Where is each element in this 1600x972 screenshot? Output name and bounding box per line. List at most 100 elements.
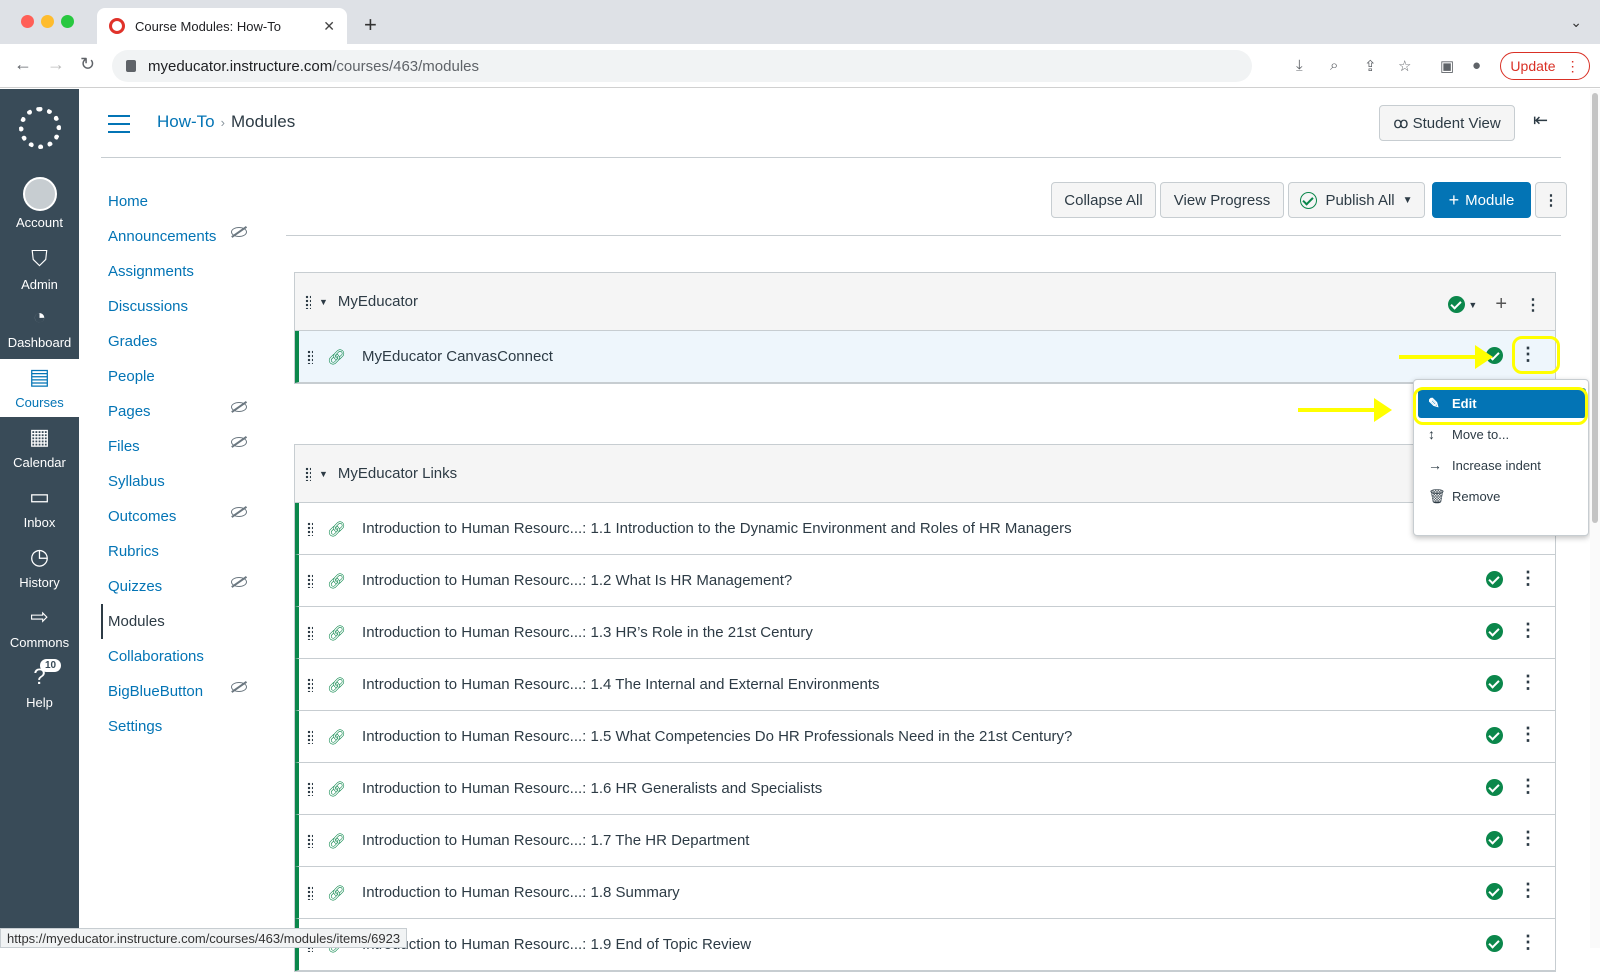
global-nav-admin[interactable]: ⛉ Admin — [0, 245, 79, 292]
profile-icon[interactable]: ● — [1472, 57, 1481, 74]
add-item-icon[interactable]: + — [1495, 293, 1507, 316]
drag-handle-icon[interactable] — [307, 521, 313, 536]
module-item-row[interactable]: 🔗︎Introduction to Human Resourc...: 1.9 … — [295, 919, 1555, 971]
menu-item-remove[interactable]: 🗑︎ Remove — [1418, 481, 1586, 511]
item-kebab-icon[interactable]: ⋮ — [1519, 568, 1537, 589]
global-nav-help[interactable]: ? 10 Help — [0, 659, 79, 710]
module-item-title[interactable]: Introduction to Human Resourc...: 1.2 Wh… — [362, 572, 792, 589]
global-nav-commons[interactable]: ⇨ Commons — [0, 603, 79, 650]
course-nav-item-collaborations[interactable]: Collaborations — [101, 639, 261, 674]
drag-handle-icon[interactable] — [307, 349, 313, 364]
drag-handle-icon[interactable] — [305, 466, 311, 481]
publish-all-button[interactable]: Publish All ▼ — [1288, 182, 1425, 218]
minimize-window-button[interactable] — [41, 15, 54, 28]
course-nav-item-quizzes[interactable]: Quizzes — [101, 569, 261, 604]
global-nav-account[interactable]: Account — [0, 177, 79, 230]
published-check-icon[interactable] — [1486, 935, 1503, 952]
side-panel-icon[interactable]: ▣ — [1440, 57, 1454, 75]
item-kebab-icon[interactable]: ⋮ — [1519, 672, 1537, 693]
install-icon[interactable]: ⤓ — [1296, 57, 1303, 74]
hamburger-menu-icon[interactable] — [108, 115, 130, 139]
course-nav-item-announcements[interactable]: Announcements — [101, 219, 261, 254]
global-nav-history[interactable]: ◷ History — [0, 543, 79, 590]
forward-icon[interactable]: → — [47, 54, 65, 75]
module-item-row[interactable]: 🔗︎ Introduction to Human Resourc...: 1.4 … — [295, 659, 1555, 711]
module-item-row[interactable]: 🔗︎ Introduction to Human Resourc...: 1.8 … — [295, 867, 1555, 919]
published-check-icon[interactable] — [1486, 623, 1503, 640]
tab-search-chevron-icon[interactable]: ⌄ — [1570, 14, 1582, 31]
item-kebab-icon[interactable]: ⋮ — [1519, 620, 1537, 641]
course-nav-item-rubrics[interactable]: Rubrics — [101, 534, 261, 569]
close-window-button[interactable] — [21, 15, 34, 28]
publish-status-button[interactable]: ▼ — [1448, 296, 1477, 313]
published-check-icon[interactable] — [1486, 675, 1503, 692]
drag-handle-icon[interactable] — [307, 729, 313, 744]
module-item-row[interactable]: 🔗︎ Introduction to Human Resourc...: 1.1 … — [295, 503, 1555, 555]
course-nav-item-bigbluebutton[interactable]: BigBlueButton — [101, 674, 261, 709]
bookmark-star-icon[interactable]: ☆ — [1398, 57, 1411, 75]
module-item-row[interactable]: 🔗︎ Introduction to Human Resourc...: 1.7 … — [295, 815, 1555, 867]
global-nav-courses[interactable]: ▤ Courses — [0, 359, 79, 417]
maximize-window-button[interactable] — [61, 15, 74, 28]
course-nav-item-discussions[interactable]: Discussions — [101, 289, 261, 324]
drag-handle-icon[interactable] — [307, 833, 313, 848]
course-nav-item-grades[interactable]: Grades — [101, 324, 261, 359]
published-check-icon[interactable] — [1486, 831, 1503, 848]
drag-handle-icon[interactable] — [307, 781, 313, 796]
item-kebab-icon[interactable]: ⋮ — [1519, 880, 1537, 901]
student-view-button[interactable]: ꝏ Student View — [1379, 105, 1515, 141]
caret-down-icon[interactable]: ▼ — [319, 297, 328, 307]
published-check-icon[interactable] — [1486, 727, 1503, 744]
canvas-logo[interactable] — [19, 107, 61, 149]
course-nav-item-settings[interactable]: Settings — [101, 709, 261, 744]
menu-item-increase-indent[interactable]: → Increase indent — [1418, 450, 1586, 480]
course-nav-item-files[interactable]: Files — [101, 429, 261, 464]
module-item-title[interactable]: Introduction to Human Resourc...: 1.6 HR… — [362, 780, 822, 797]
page-scrollbar[interactable] — [1590, 89, 1600, 948]
module-item-row[interactable]: 🔗︎ MyEducator CanvasConnect ⋮ — [295, 331, 1555, 383]
module-item-title[interactable]: Introduction to Human Resourc...: 1.1 In… — [362, 520, 1072, 537]
drag-handle-icon[interactable] — [307, 573, 313, 588]
module-item-title[interactable]: Introduction to Human Resourc...: 1.8 Su… — [362, 884, 680, 901]
collapse-all-button[interactable]: Collapse All — [1051, 182, 1156, 218]
module-item-title[interactable]: Introduction to Human Resourc...: 1.9 En… — [362, 936, 751, 953]
caret-down-icon[interactable]: ▼ — [319, 469, 328, 479]
item-kebab-icon[interactable]: ⋮ — [1519, 724, 1537, 745]
module-item-title[interactable]: Introduction to Human Resourc...: 1.4 Th… — [362, 676, 880, 693]
back-icon[interactable]: ← — [14, 54, 32, 75]
module-item-title[interactable]: MyEducator CanvasConnect — [362, 348, 553, 365]
item-kebab-icon[interactable]: ⋮ — [1519, 776, 1537, 797]
view-progress-button[interactable]: View Progress — [1160, 182, 1284, 218]
course-nav-item-pages[interactable]: Pages — [101, 394, 261, 429]
module-header[interactable]: ▼ MyEducator Links — [295, 445, 1555, 503]
page-kebab-button[interactable]: ⋮ — [1535, 182, 1567, 218]
module-item-row[interactable]: 🔗︎ Introduction to Human Resourc...: 1.5 … — [295, 711, 1555, 763]
add-module-button[interactable]: + Module — [1432, 182, 1531, 218]
new-tab-icon[interactable]: + — [364, 12, 377, 38]
drag-handle-icon[interactable] — [307, 885, 313, 900]
course-nav-item-modules[interactable]: Modules — [101, 604, 261, 639]
zoom-icon[interactable]: ⌕ — [1330, 57, 1338, 74]
module-header[interactable]: ▼ MyEducator ▼ + ⋮ — [295, 273, 1555, 331]
drag-handle-icon[interactable] — [307, 677, 313, 692]
global-nav-calendar[interactable]: ▦ Calendar — [0, 423, 79, 470]
item-kebab-icon[interactable]: ⋮ — [1519, 932, 1537, 953]
module-item-row[interactable]: 🔗︎ Introduction to Human Resourc...: 1.3 … — [295, 607, 1555, 659]
address-bar[interactable]: myeducator.instructure.com/courses/463/m… — [112, 50, 1252, 82]
reload-icon[interactable]: ↻ — [80, 54, 95, 75]
collapse-sidebar-icon[interactable]: ⇤ — [1533, 110, 1548, 131]
course-nav-item-assignments[interactable]: Assignments — [101, 254, 261, 289]
published-check-icon[interactable] — [1486, 571, 1503, 588]
share-icon[interactable]: ⇪ — [1364, 57, 1377, 75]
breadcrumb-course-link[interactable]: How-To — [157, 112, 215, 131]
global-nav-inbox[interactable]: ▭ Inbox — [0, 483, 79, 530]
drag-handle-icon[interactable] — [305, 294, 311, 309]
browser-tab[interactable]: Course Modules: How-To ✕ — [97, 8, 347, 44]
published-check-icon[interactable] — [1486, 779, 1503, 796]
drag-handle-icon[interactable] — [307, 625, 313, 640]
module-kebab-icon[interactable]: ⋮ — [1525, 295, 1541, 315]
published-check-icon[interactable] — [1486, 883, 1503, 900]
module-item-title[interactable]: Introduction to Human Resourc...: 1.5 Wh… — [362, 728, 1072, 745]
course-nav-item-outcomes[interactable]: Outcomes — [101, 499, 261, 534]
module-item-row[interactable]: 🔗︎ Introduction to Human Resourc...: 1.2 … — [295, 555, 1555, 607]
